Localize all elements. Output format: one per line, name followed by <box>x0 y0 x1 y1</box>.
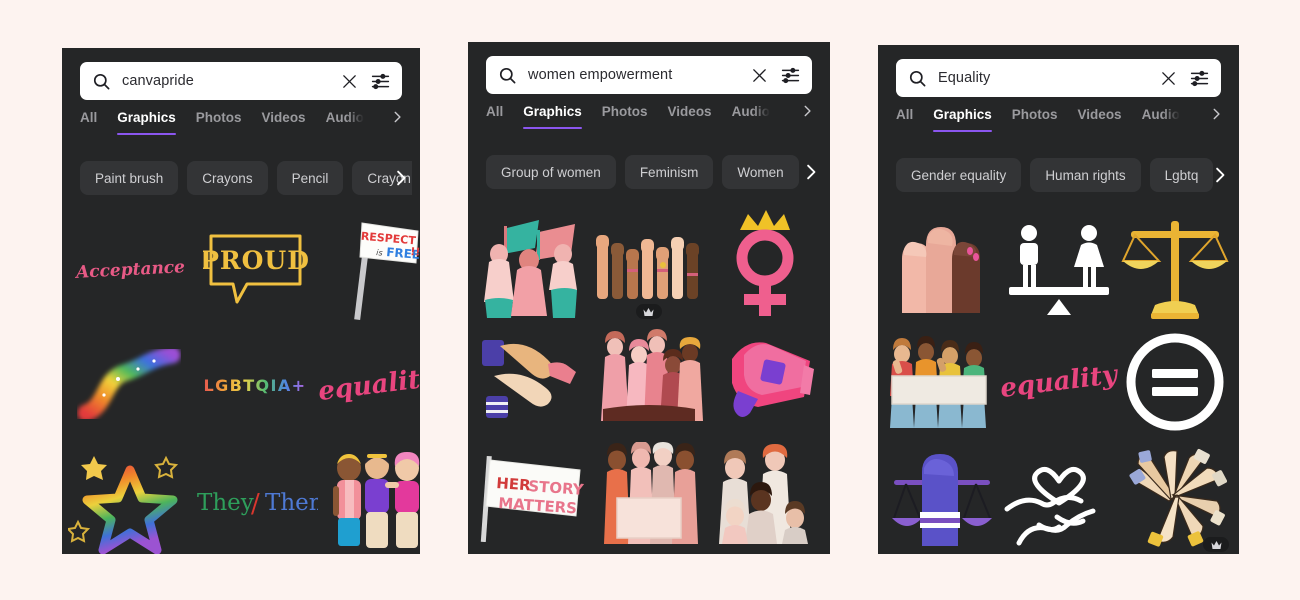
result-women-with-flags[interactable] <box>474 206 591 321</box>
result-three-friends-illustration[interactable] <box>318 442 420 554</box>
search-panel-women-empowerment: women empowerment All Graphics Photos Vi… <box>468 42 830 554</box>
result-lgbtqia-plus-lettering[interactable]: LGBTQIA+ <box>193 327 318 442</box>
svg-text:They: They <box>197 490 254 516</box>
result-raised-fists-row[interactable] <box>591 206 708 321</box>
tag-chip[interactable]: Women <box>722 155 799 189</box>
chevron-right-icon[interactable] <box>1209 107 1229 121</box>
content-type-tabs: All Graphics Photos Videos Audio <box>896 107 1229 141</box>
tab-audio[interactable]: Audio <box>1142 107 1180 132</box>
search-bar[interactable]: women empowerment <box>486 56 812 94</box>
tab-videos[interactable]: Videos <box>1078 107 1122 132</box>
result-rainbow-swoosh[interactable] <box>68 327 193 442</box>
result-they-them-lettering[interactable]: They / Them <box>193 442 318 554</box>
svg-text:PROUD: PROUD <box>203 246 308 275</box>
suggested-tags: Group of women Feminism Women <box>486 152 822 192</box>
result-proud-speech-bubble[interactable]: PROUD <box>193 212 318 327</box>
tag-chip[interactable]: Pencil <box>276 161 344 195</box>
close-icon[interactable] <box>341 73 358 90</box>
tab-all[interactable]: All <box>80 110 97 135</box>
search-input[interactable]: Equality <box>938 70 1160 86</box>
result-gender-balance-seesaw[interactable] <box>1000 209 1117 324</box>
close-icon[interactable] <box>751 67 768 84</box>
graphics-results-grid: equality <box>878 205 1239 554</box>
tag-chip[interactable]: Group of women <box>486 155 616 189</box>
filter-sliders-icon[interactable] <box>371 72 390 91</box>
result-three-raised-fists[interactable] <box>884 209 1000 324</box>
result-pink-megaphone[interactable] <box>707 321 824 436</box>
suggested-tags: Gender equality Human rights Lgbtq <box>896 155 1231 195</box>
svg-text:LGBTQIA+: LGBTQIA+ <box>204 376 307 395</box>
result-equals-sign-circle[interactable] <box>1117 324 1233 439</box>
tab-all[interactable]: All <box>486 104 503 129</box>
result-gold-justice-scales[interactable] <box>1117 209 1233 324</box>
graphics-results-grid: Acceptance PROUD RESPECT is FREE !! LGBT… <box>62 208 420 554</box>
svg-text:!!: !! <box>409 245 420 259</box>
chevron-right-icon[interactable] <box>800 104 820 118</box>
svg-text:/: / <box>251 489 260 519</box>
tab-photos[interactable]: Photos <box>196 110 242 135</box>
chevron-right-icon[interactable] <box>391 169 410 188</box>
search-panel-canvapride: canvapride All Graphics Photos Videos Au… <box>62 48 420 554</box>
filter-sliders-icon[interactable] <box>781 66 800 85</box>
search-panel-equality: Equality All Graphics Photos Videos Audi… <box>878 45 1239 554</box>
chevron-right-icon[interactable] <box>1210 166 1229 185</box>
result-equality-lettering[interactable]: equality <box>998 324 1118 439</box>
tag-chip[interactable]: Feminism <box>624 155 714 189</box>
search-icon <box>92 72 111 91</box>
tab-graphics[interactable]: Graphics <box>117 110 176 135</box>
content-type-tabs: All Graphics Photos Videos Audio <box>80 110 410 144</box>
search-icon <box>498 66 517 85</box>
result-equality-lettering[interactable]: equality <box>317 327 420 442</box>
tab-photos[interactable]: Photos <box>602 104 648 129</box>
result-stacked-hands[interactable] <box>474 321 591 436</box>
tab-graphics[interactable]: Graphics <box>523 104 582 129</box>
result-women-holding-banner[interactable] <box>591 436 708 551</box>
svg-text:is: is <box>375 248 382 258</box>
result-rainbow-star-outline[interactable] <box>68 442 193 554</box>
result-herstory-matters-flag[interactable]: HER STORY MATTERS <box>474 436 591 551</box>
tab-all[interactable]: All <box>896 107 913 132</box>
result-hands-circle-unity[interactable] <box>1117 439 1233 554</box>
result-respect-is-free-flag[interactable]: RESPECT is FREE !! <box>318 212 420 327</box>
content-type-tabs: All Graphics Photos Videos Audio <box>486 104 820 138</box>
tab-graphics[interactable]: Graphics <box>933 107 992 132</box>
graphics-results-grid: HER STORY MATTERS <box>468 202 830 554</box>
result-group-of-women-pink[interactable] <box>591 321 708 436</box>
tag-chip[interactable]: Paint brush <box>80 161 179 195</box>
search-input[interactable]: women empowerment <box>528 67 751 83</box>
result-venus-symbol-crown[interactable] <box>707 206 824 321</box>
result-handshake-heart-outline[interactable] <box>1000 439 1117 554</box>
result-acceptance-lettering[interactable]: Acceptance <box>68 212 193 327</box>
suggested-tags: Paint brush Crayons Pencil Crayon <box>80 158 412 198</box>
result-protesters-with-banner[interactable] <box>884 324 1000 439</box>
svg-text:Them: Them <box>265 490 318 516</box>
svg-text:HER: HER <box>496 474 532 494</box>
tab-audio[interactable]: Audio <box>326 110 364 135</box>
close-icon[interactable] <box>1160 70 1177 87</box>
tag-chip[interactable]: Crayons <box>187 161 268 195</box>
tab-photos[interactable]: Photos <box>1012 107 1058 132</box>
search-icon <box>908 69 927 88</box>
pro-crown-badge <box>1203 537 1229 552</box>
tag-chip[interactable]: Lgbtq <box>1149 158 1214 192</box>
tab-videos[interactable]: Videos <box>262 110 306 135</box>
search-bar[interactable]: Equality <box>896 59 1221 97</box>
search-bar[interactable]: canvapride <box>80 62 402 100</box>
screenshot-canvas: canvapride All Graphics Photos Videos Au… <box>0 0 1300 600</box>
pro-crown-badge <box>635 304 662 319</box>
chevron-right-icon[interactable] <box>801 163 820 182</box>
tab-audio[interactable]: Audio <box>732 104 770 129</box>
tag-chip[interactable]: Human rights <box>1030 158 1141 192</box>
result-fist-over-scales[interactable] <box>884 439 1000 554</box>
filter-sliders-icon[interactable] <box>1190 69 1209 88</box>
search-input[interactable]: canvapride <box>122 73 341 89</box>
result-women-family-group[interactable] <box>707 436 824 551</box>
tag-chip[interactable]: Gender equality <box>896 158 1022 192</box>
chevron-right-icon[interactable] <box>390 110 410 124</box>
tab-videos[interactable]: Videos <box>668 104 712 129</box>
